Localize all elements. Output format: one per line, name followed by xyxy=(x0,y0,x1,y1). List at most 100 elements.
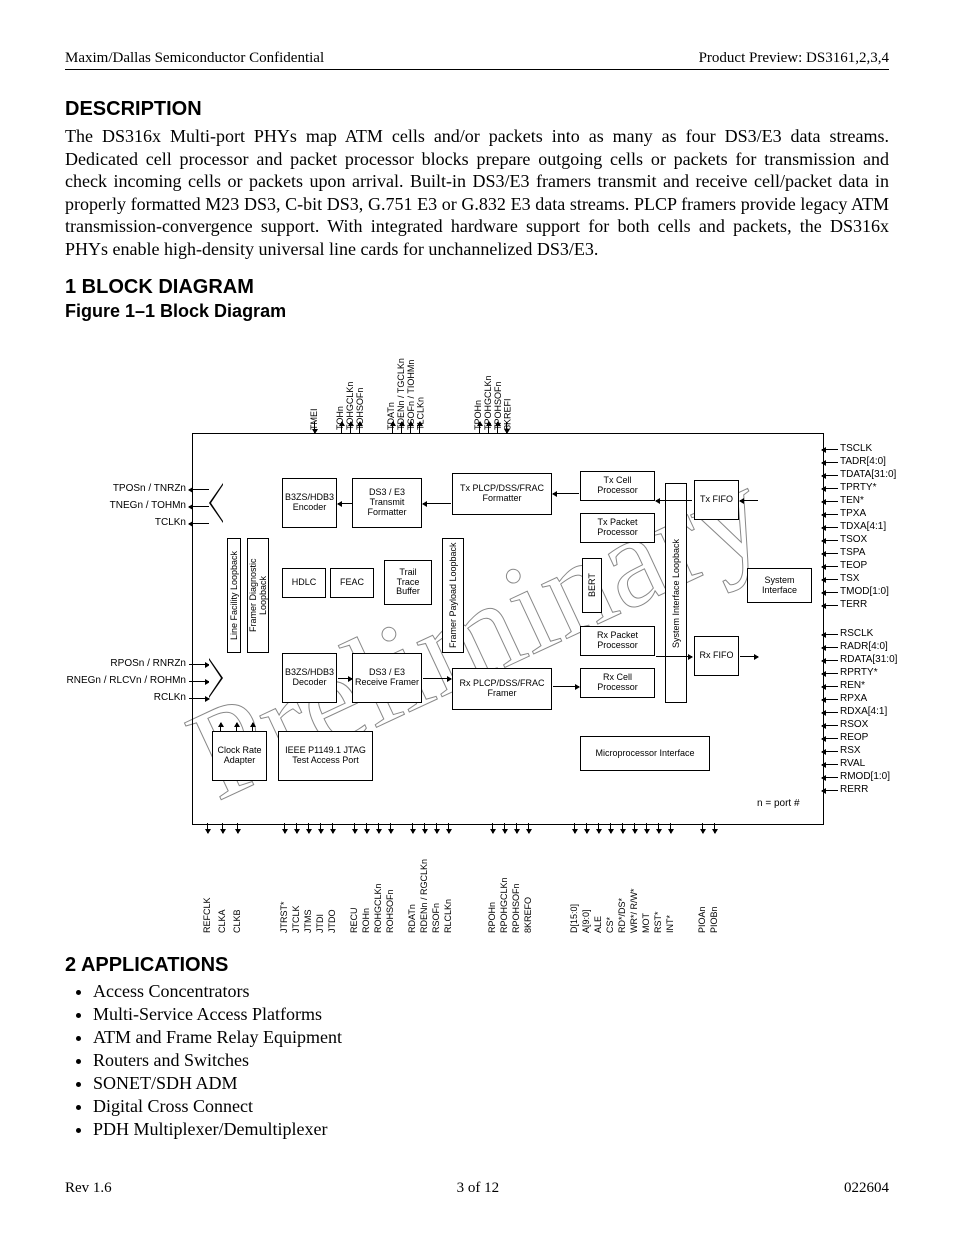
block-diagram-wrap: Preliminary TMEI TOHn TOHGCLKn TOHSOFn T… xyxy=(65,328,889,938)
arrow xyxy=(702,823,703,833)
arrow xyxy=(354,823,355,833)
arrow xyxy=(822,634,838,635)
arrow xyxy=(656,500,692,501)
arrow xyxy=(822,725,838,726)
app-item: Multi-Service Access Platforms xyxy=(93,1004,889,1025)
arrow xyxy=(822,647,838,648)
section2-heading: 2 APPLICATIONS xyxy=(65,954,889,977)
description-heading: DESCRIPTION xyxy=(65,98,889,121)
arrow xyxy=(222,823,223,833)
pin-tadr-4-0-: TADR[4:0] xyxy=(840,456,886,467)
pin-ten-: TEN* xyxy=(840,495,864,506)
arrow xyxy=(740,500,758,501)
arrow xyxy=(436,823,437,833)
arrow xyxy=(488,422,489,433)
rx-line-receiver-icon xyxy=(209,658,223,698)
pin-rdatn: RDATn xyxy=(408,833,418,933)
pin-refclk: REFCLK xyxy=(203,833,213,933)
blk-rx-pkt-proc: Rx Packet Processor xyxy=(580,626,655,656)
arrow xyxy=(822,686,838,687)
arrow xyxy=(822,751,838,752)
arrow xyxy=(314,422,315,433)
arrow xyxy=(412,823,413,833)
arrow xyxy=(497,422,498,433)
pin-rnegn: RNEGn / RLCVn / ROHMn xyxy=(37,675,186,686)
pin-tsox: TSOX xyxy=(840,534,867,545)
pin-jtms: JTMS xyxy=(304,833,314,933)
page-header: Maxim/Dallas Semiconductor Confidential … xyxy=(65,50,889,70)
arrow xyxy=(822,605,838,606)
blk-tx-plcp: Tx PLCP/DSS/FRAC Formatter xyxy=(452,473,552,515)
arrow xyxy=(822,712,838,713)
arrow xyxy=(822,777,838,778)
arrow xyxy=(553,493,579,494)
arrow xyxy=(189,664,209,665)
pin-clka: CLKA xyxy=(218,833,228,933)
pin-radr-4-0-: RADR[4:0] xyxy=(840,641,888,652)
footer-center: 3 of 12 xyxy=(457,1180,500,1197)
blk-rx-fifo: Rx FIFO xyxy=(694,636,739,676)
pin-tdat-group: TDATn TDENn / TGCLKn TSOFn / TIOHMn TLCL… xyxy=(387,338,427,430)
arrow xyxy=(338,678,352,679)
arrow xyxy=(296,823,297,833)
pin-jtrst-: JTRST* xyxy=(280,833,290,933)
arrow xyxy=(378,823,379,833)
arrow xyxy=(390,823,391,833)
arrow xyxy=(504,823,505,833)
blk-ds3e3-tx-formatter: DS3 / E3 Transmit Formatter xyxy=(352,478,422,528)
pin-toh-group: TOHn TOHGCLKn TOHSOFn xyxy=(336,338,366,430)
pin-ale: ALE xyxy=(594,833,604,933)
arrow xyxy=(320,823,321,833)
footer-left: Rev 1.6 xyxy=(65,1180,112,1197)
pin-rerr: RERR xyxy=(840,784,868,795)
arrow xyxy=(634,823,635,833)
arrow xyxy=(401,422,402,433)
blk-ds3e3-rx-framer: DS3 / E3 Receive Framer xyxy=(352,653,422,703)
pin-rprty-: RPRTY* xyxy=(840,667,878,678)
arrow xyxy=(622,823,623,833)
arrow xyxy=(189,698,209,699)
arrow xyxy=(424,823,425,833)
pin-tdata-31-0-: TDATA[31:0] xyxy=(840,469,896,480)
figure-caption: Figure 1–1 Block Diagram xyxy=(65,301,889,322)
app-item: Digital Cross Connect xyxy=(93,1096,889,1117)
pin-rpohn: RPOHn xyxy=(488,833,498,933)
arrow xyxy=(646,823,647,833)
arrow xyxy=(392,422,393,433)
arrow xyxy=(822,579,838,580)
pin-tpxa: TPXA xyxy=(840,508,866,519)
blk-framer-payload-loopback: Framer Payload Loopback xyxy=(442,538,464,653)
pin-rsox: RSOX xyxy=(840,719,868,730)
blk-tx-fifo: Tx FIFO xyxy=(694,480,739,520)
pin-pioan: PIOAn xyxy=(698,833,708,933)
arrow xyxy=(516,823,517,833)
pin-rohgclkn: ROHGCLKn xyxy=(374,833,384,933)
pin-a-9-0-: A[9:0] xyxy=(582,833,592,933)
arrow xyxy=(822,673,838,674)
blk-rx-plcp: Rx PLCP/DSS/FRAC Framer xyxy=(452,668,552,710)
arrow xyxy=(528,823,529,833)
section1-heading: 1 BLOCK DIAGRAM xyxy=(65,276,889,299)
app-item: ATM and Frame Relay Equipment xyxy=(93,1027,889,1048)
pin-rpohsofn: RPOHSOFn xyxy=(512,833,522,933)
blk-rx-cell-proc: Rx Cell Processor xyxy=(580,668,655,698)
app-item: SONET/SDH ADM xyxy=(93,1073,889,1094)
pin-rlclkn: RLCLKn xyxy=(444,833,454,933)
arrow xyxy=(308,823,309,833)
blk-feac: FEAC xyxy=(330,568,374,598)
blk-bert: BERT xyxy=(582,558,602,613)
arrow xyxy=(341,422,342,433)
pin-tsx: TSX xyxy=(840,573,859,584)
arrow xyxy=(822,699,838,700)
pin-rdenn-rgclkn: RDENn / RGCLKn xyxy=(420,833,430,933)
blk-b3zs-decoder: B3ZS/HDB3 Decoder xyxy=(282,653,337,703)
header-left: Maxim/Dallas Semiconductor Confidential xyxy=(65,50,324,67)
pin-int-: INT* xyxy=(666,833,676,933)
blk-line-facility-loopback: Line Facility Loopback xyxy=(227,538,241,653)
blk-sysif-loopback: System Interface Loopback xyxy=(665,483,687,703)
pin-rmod-1-0-: RMOD[1:0] xyxy=(840,771,890,782)
pin-rpxa: RPXA xyxy=(840,693,867,704)
pin-d-15-0-: D[15:0] xyxy=(570,833,580,933)
pin-rclkn: RCLKn xyxy=(57,692,186,703)
arrow xyxy=(574,823,575,833)
